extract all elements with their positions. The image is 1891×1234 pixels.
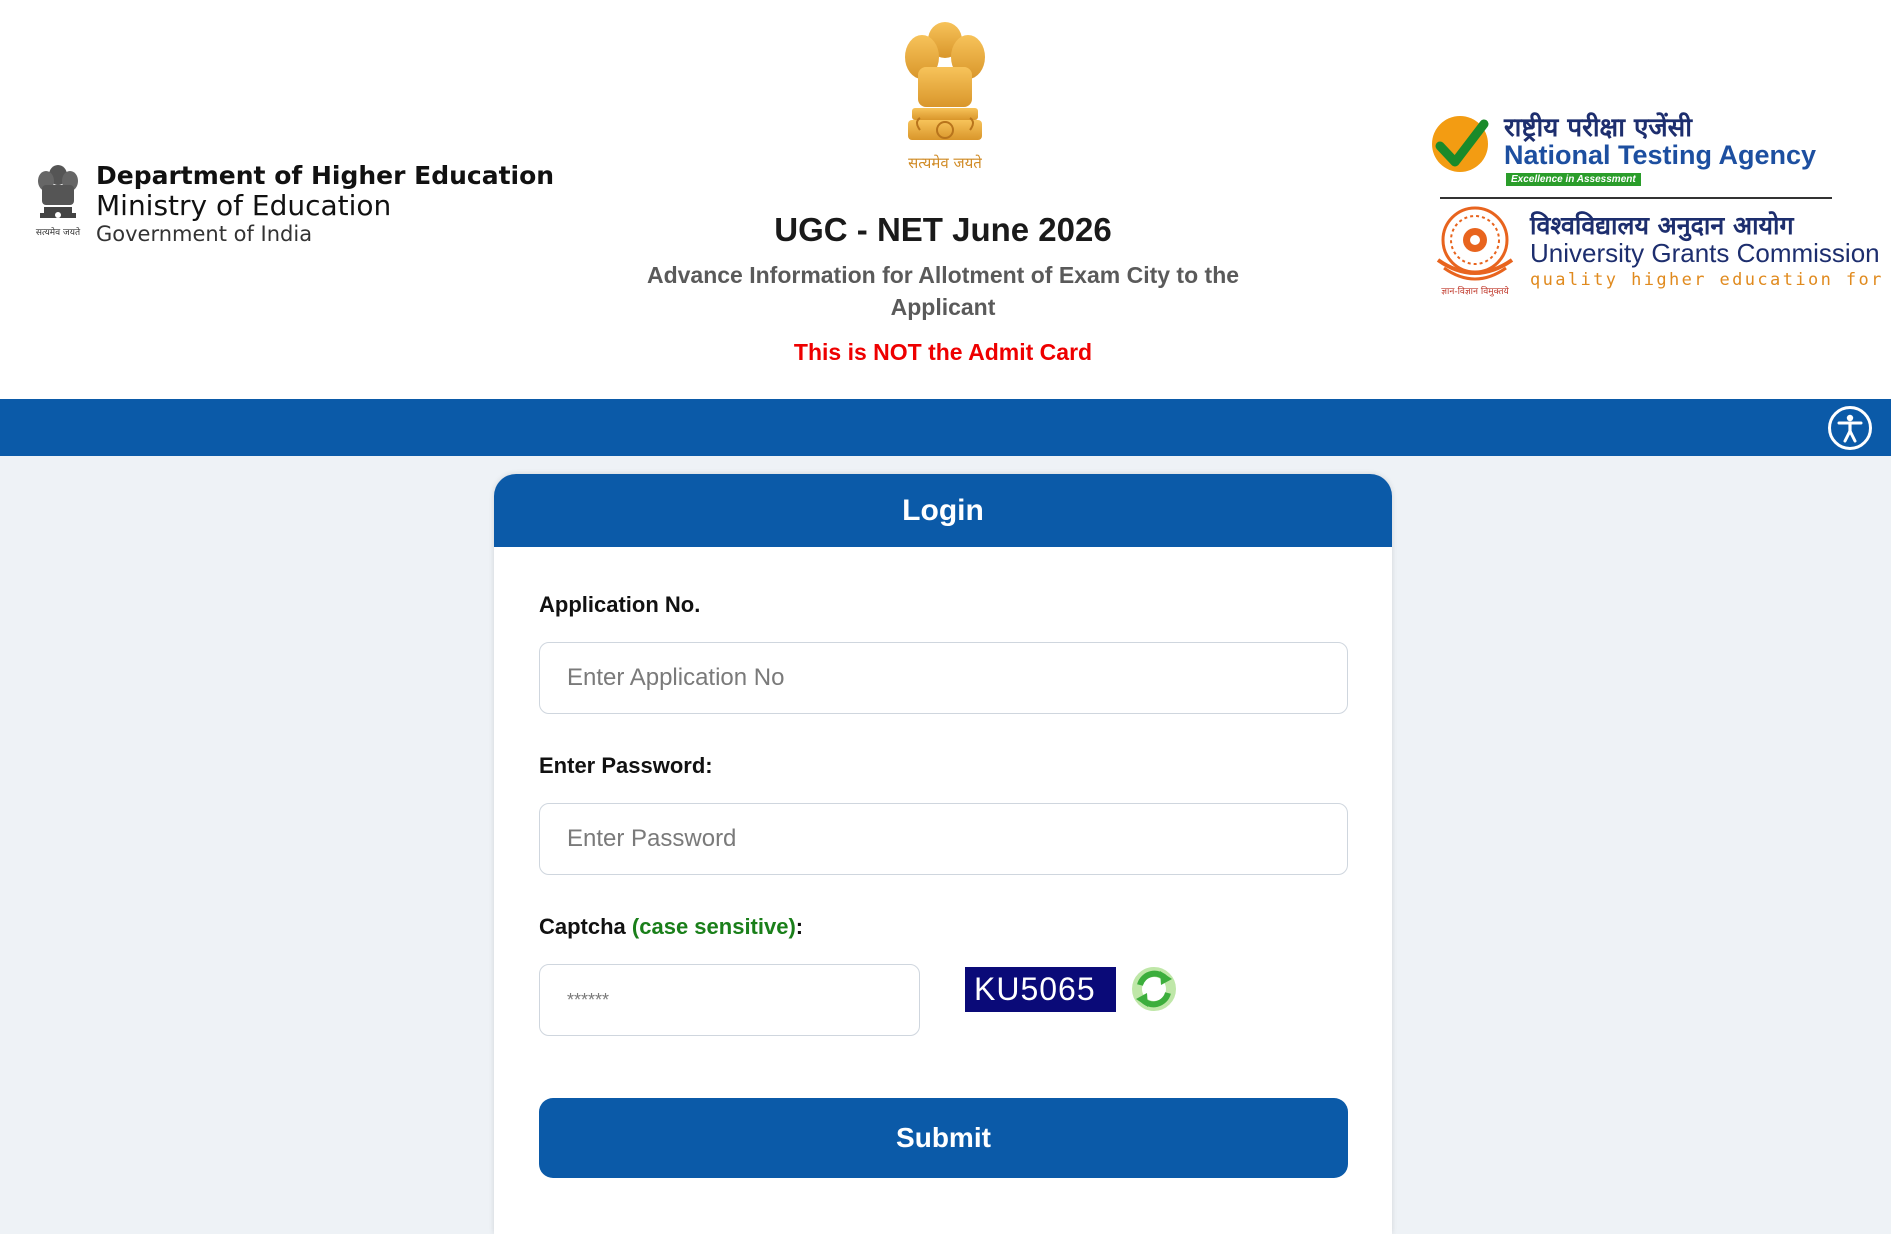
captcha-label-row: Captcha (case sensitive):	[539, 914, 803, 940]
page-header: सत्यमेव जयते Department of Higher Educat…	[0, 0, 1891, 399]
department-text: Department of Higher Education Ministry …	[96, 161, 554, 247]
captcha-input[interactable]	[539, 964, 920, 1036]
department-logo: सत्यमेव जयते Department of Higher Educat…	[30, 155, 554, 246]
login-title: Login	[494, 474, 1392, 547]
password-input[interactable]	[539, 803, 1348, 875]
department-emblem-caption: सत्यमेव जयते	[36, 226, 81, 238]
nta-tagline: Excellence in Assessment	[1506, 173, 1641, 186]
accessibility-icon	[1837, 414, 1863, 443]
department-name: Department of Higher Education	[96, 161, 555, 190]
checkmark-icon	[1432, 116, 1489, 172]
page-subtitle: Advance Information for Allotment of Exa…	[646, 262, 1240, 320]
accessibility-button[interactable]	[1828, 406, 1872, 450]
ashoka-emblem-icon: सत्यमेव जयते	[36, 165, 81, 238]
ugc-emblem-caption: ज्ञान-विज्ञान विमुक्तये	[1441, 285, 1509, 297]
center-emblem-caption: सत्यमेव जयते	[908, 154, 982, 172]
password-label: Enter Password:	[539, 753, 713, 778]
ugc-motto: quality higher education for all	[1530, 270, 1891, 290]
nta-hindi-name: राष्ट्रीय परीक्षा एजेंसी	[1504, 113, 1692, 143]
application-no-input[interactable]	[539, 642, 1348, 714]
national-emblem-icon: सत्यमेव जयते	[905, 22, 985, 172]
captcha-colon: :	[795, 914, 804, 939]
ugc-wheel-icon: ज्ञान-विज्ञान विमुक्तये	[1436, 206, 1514, 297]
ugc-hindi-name: विश्वविद्यालय अनुदान आयोग	[1530, 211, 1794, 240]
ministry-name: Ministry of Education	[96, 189, 392, 222]
refresh-icon[interactable]	[1130, 965, 1178, 1013]
title-block: UGC - NET June 2026 Advance Information …	[600, 205, 1286, 367]
nta-english-name: National Testing Agency	[1504, 140, 1817, 170]
admit-card-warning: This is NOT the Admit Card	[793, 339, 1093, 365]
ugc-logo: ज्ञान-विज्ञान विमुक्तये विश्वविद्यालय अन…	[1430, 202, 1891, 302]
application-no-label: Application No.	[539, 592, 701, 617]
page-title: UGC - NET June 2026	[774, 211, 1112, 248]
submit-button[interactable]: Submit	[539, 1098, 1348, 1178]
captcha-label: Captcha	[539, 914, 626, 939]
nta-logo: राष्ट्रीय परीक्षा एजेंसी National Testin…	[1430, 108, 1830, 188]
login-card: Login Application No. Enter Password: Ca…	[494, 474, 1392, 1234]
case-sensitive-note: (case sensitive)	[631, 914, 796, 939]
logo-divider	[1440, 197, 1832, 199]
government-name: Government of India	[96, 222, 313, 246]
captcha-image: KU5065	[965, 967, 1116, 1012]
ugc-english-name: University Grants Commission	[1530, 238, 1880, 268]
top-nav-bar	[0, 399, 1891, 456]
